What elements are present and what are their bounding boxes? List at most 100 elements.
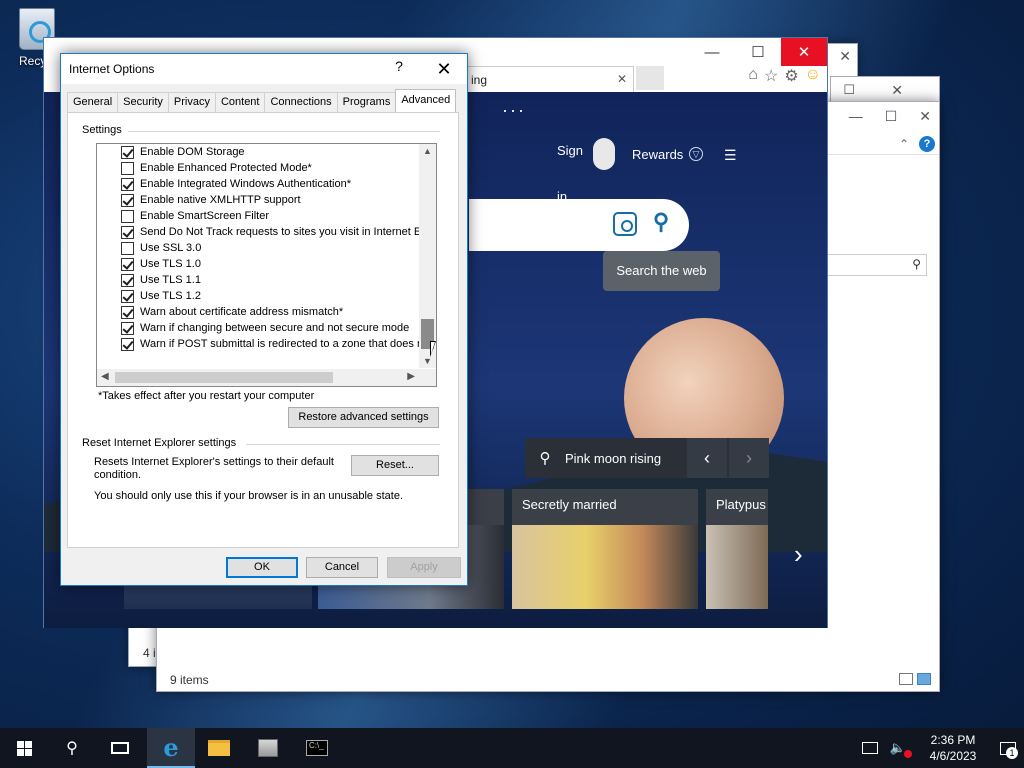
tab-privacy[interactable]: Privacy xyxy=(167,92,216,112)
new-tab-button[interactable] xyxy=(636,66,664,90)
setting-row[interactable]: Use TLS 1.2 xyxy=(97,288,419,304)
setting-checkbox[interactable] xyxy=(121,177,134,191)
taskbar-file-explorer-button[interactable] xyxy=(195,728,243,768)
setting-checkbox[interactable] xyxy=(121,225,134,239)
hamburger-menu-icon[interactable]: ☰ xyxy=(724,147,737,164)
setting-row[interactable]: Enable DOM Storage xyxy=(97,144,419,160)
reset-button[interactable]: Reset... xyxy=(351,455,439,476)
setting-row[interactable]: Enable Integrated Windows Authentication… xyxy=(97,176,419,192)
help-button[interactable]: ? xyxy=(387,58,411,80)
setting-checkbox[interactable] xyxy=(121,305,134,319)
vertical-scrollbar[interactable]: ▲ ▼ xyxy=(419,144,436,368)
previous-image-button[interactable]: ‹ xyxy=(687,438,727,478)
explorer-search-input[interactable]: ⚲ xyxy=(817,254,927,276)
ok-button[interactable]: OK xyxy=(226,557,298,578)
bing-search-bar[interactable]: ⚲ xyxy=(469,199,689,251)
setting-checkbox[interactable] xyxy=(121,241,134,255)
home-icon[interactable]: ⌂ xyxy=(748,66,758,86)
visual-search-icon[interactable] xyxy=(613,212,637,236)
action-center-button[interactable]: 1 xyxy=(992,728,1024,768)
start-button[interactable] xyxy=(0,728,48,768)
browser-tab[interactable]: ing ✕ xyxy=(464,66,634,92)
maximize-button[interactable]: ☐ xyxy=(843,82,855,98)
scroll-down-icon[interactable]: ▼ xyxy=(423,356,432,366)
next-image-button[interactable]: › xyxy=(729,438,769,478)
setting-row[interactable]: Warn about certificate address mismatch* xyxy=(97,304,419,320)
setting-row[interactable]: Warn if changing between secure and not … xyxy=(97,320,419,336)
tab-programs[interactable]: Programs xyxy=(336,92,397,112)
image-caption[interactable]: Pink moon rising xyxy=(565,451,685,466)
collapse-ribbon-icon[interactable]: ⌃ xyxy=(899,137,909,151)
volume-icon[interactable]: 🔈 xyxy=(890,740,912,758)
setting-checkbox[interactable] xyxy=(121,273,134,287)
setting-row[interactable]: Send Do Not Track requests to sites you … xyxy=(97,224,419,240)
network-icon[interactable] xyxy=(861,742,878,754)
setting-row[interactable]: Warn if POST submittal is redirected to … xyxy=(97,336,419,352)
explorer-window-middle[interactable]: ☐ ✕ xyxy=(830,76,940,104)
close-button[interactable]: ✕ xyxy=(839,48,851,64)
setting-checkbox[interactable] xyxy=(121,337,134,351)
carousel-next-icon[interactable]: › xyxy=(794,539,803,570)
setting-row[interactable]: Use TLS 1.1 xyxy=(97,272,419,288)
minimize-button[interactable]: — xyxy=(849,108,863,125)
news-card-platypus[interactable]: Platypus xyxy=(706,489,768,609)
taskbar-ie-button[interactable]: e xyxy=(147,728,195,768)
close-button[interactable]: ✕ xyxy=(781,38,827,66)
scroll-thumb[interactable] xyxy=(115,372,333,383)
minimize-button[interactable]: — xyxy=(689,38,735,66)
search-button[interactable]: ⚲ xyxy=(48,728,96,768)
internet-options-dialog[interactable]: Internet Options ? ✕ General Security Pr… xyxy=(60,53,468,586)
settings-tree[interactable]: Enable DOM Storage Enable Enhanced Protec… xyxy=(96,143,437,387)
task-view-button[interactable] xyxy=(96,728,144,768)
scroll-left-icon[interactable]: ◀ xyxy=(101,371,109,382)
maximize-button[interactable]: ☐ xyxy=(735,38,781,66)
close-button[interactable]: ✕ xyxy=(891,82,903,99)
avatar-icon[interactable] xyxy=(593,138,615,170)
news-card-secretly-married[interactable]: Secretly married xyxy=(512,489,698,609)
more-options-icon[interactable]: ··· xyxy=(502,100,526,121)
setting-row[interactable]: Enable native XMLHTTP support xyxy=(97,192,419,208)
tab-general[interactable]: General xyxy=(67,92,119,112)
setting-checkbox[interactable] xyxy=(121,209,134,223)
tab-security[interactable]: Security xyxy=(117,92,169,112)
news-card-image xyxy=(512,525,698,609)
clock[interactable]: 2:36 PM 4/6/2023 xyxy=(920,732,986,764)
location-pin-icon: ⚲ xyxy=(539,450,551,467)
setting-row[interactable]: Use TLS 1.0 xyxy=(97,256,419,272)
tab-connections[interactable]: Connections xyxy=(264,92,338,112)
tab-close-icon[interactable]: ✕ xyxy=(617,72,627,86)
setting-checkbox[interactable] xyxy=(121,289,134,303)
rewards-link[interactable]: Rewards xyxy=(632,147,683,162)
settings-gear-icon[interactable]: ⚙ xyxy=(784,66,798,86)
tab-advanced[interactable]: Advanced xyxy=(395,89,457,112)
tab-content[interactable]: Content xyxy=(214,92,266,112)
scroll-right-icon[interactable]: ▶ xyxy=(407,371,415,382)
setting-checkbox[interactable] xyxy=(121,193,134,207)
close-button[interactable]: ✕ xyxy=(431,58,457,80)
scroll-up-icon[interactable]: ▲ xyxy=(423,146,432,156)
favorites-star-icon[interactable]: ☆ xyxy=(764,66,778,86)
setting-row[interactable]: Enable Enhanced Protected Mode* xyxy=(97,160,419,176)
horizontal-scrollbar[interactable]: ◀ ▶ xyxy=(97,369,419,386)
restart-note: *Takes effect after you restart your com… xyxy=(98,390,315,402)
cancel-button[interactable]: Cancel xyxy=(306,557,378,578)
taskbar-server-manager-button[interactable] xyxy=(244,728,292,768)
help-icon[interactable]: ? xyxy=(919,136,935,152)
apply-button[interactable]: Apply xyxy=(387,557,461,578)
reset-description: Resets Internet Explorer's settings to t… xyxy=(94,456,334,481)
maximize-button[interactable]: ☐ xyxy=(885,108,898,125)
search-icon[interactable]: ⚲ xyxy=(653,209,669,235)
taskbar-cmd-button[interactable]: C:\_ xyxy=(293,728,341,768)
setting-checkbox[interactable] xyxy=(121,257,134,271)
feedback-smiley-icon[interactable]: ☺ xyxy=(805,66,821,86)
restore-advanced-settings-button[interactable]: Restore advanced settings xyxy=(288,407,439,428)
close-button[interactable]: ✕ xyxy=(919,108,931,125)
setting-checkbox[interactable] xyxy=(121,161,134,175)
setting-checkbox[interactable] xyxy=(121,321,134,335)
details-view-icon[interactable] xyxy=(899,673,913,685)
setting-label: Enable native XMLHTTP support xyxy=(140,194,301,206)
setting-row[interactable]: Use SSL 3.0 xyxy=(97,240,419,256)
setting-checkbox[interactable] xyxy=(121,145,134,159)
large-icons-view-icon[interactable] xyxy=(917,673,931,685)
setting-row[interactable]: Enable SmartScreen Filter xyxy=(97,208,419,224)
